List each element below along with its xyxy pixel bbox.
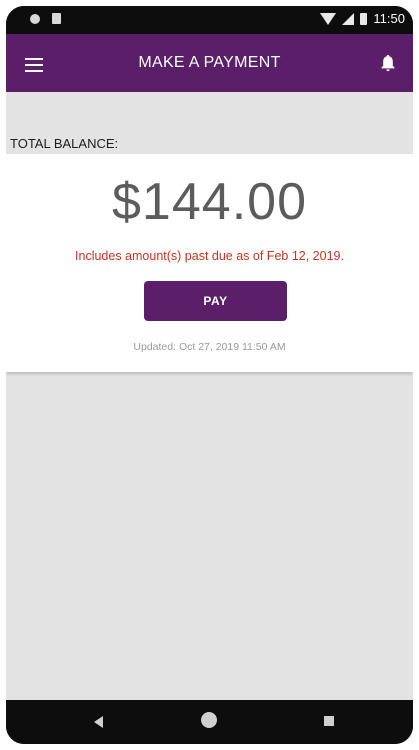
updated-timestamp: Updated: Oct 27, 2019 11:50 AM [133, 341, 286, 353]
battery-icon [360, 12, 368, 25]
status-bar: 11:50 [6, 6, 413, 34]
wifi-icon [320, 12, 337, 25]
content-area: TOTAL BALANCE: $144.00 Includes amount(s… [6, 92, 413, 700]
navigation-bar [6, 700, 413, 744]
device-screen: 11:50 MAKE A PAYMENT TOTAL BALANCE: $144… [6, 6, 413, 744]
app-bar: MAKE A PAYMENT [6, 34, 413, 92]
sd-card-icon [52, 13, 61, 24]
total-balance-label: TOTAL BALANCE: [10, 136, 119, 151]
past-due-notice: Includes amount(s) past due as of Feb 12… [75, 249, 344, 263]
balance-card: $144.00 Includes amount(s) past due as o… [6, 154, 413, 372]
phone-frame: 11:50 MAKE A PAYMENT TOTAL BALANCE: $144… [0, 0, 419, 750]
recents-icon[interactable] [324, 716, 334, 726]
pay-button[interactable]: PAY [144, 281, 287, 321]
status-right: 11:50 [320, 11, 405, 26]
back-icon[interactable] [94, 716, 103, 728]
page-title: MAKE A PAYMENT [138, 54, 281, 71]
bell-icon[interactable] [380, 54, 396, 72]
balance-amount: $144.00 [112, 173, 307, 231]
notification-dot-icon [30, 13, 40, 24]
status-left [30, 13, 61, 24]
home-icon[interactable] [201, 712, 217, 728]
signal-icon [342, 12, 355, 25]
status-time: 11:50 [373, 11, 405, 26]
